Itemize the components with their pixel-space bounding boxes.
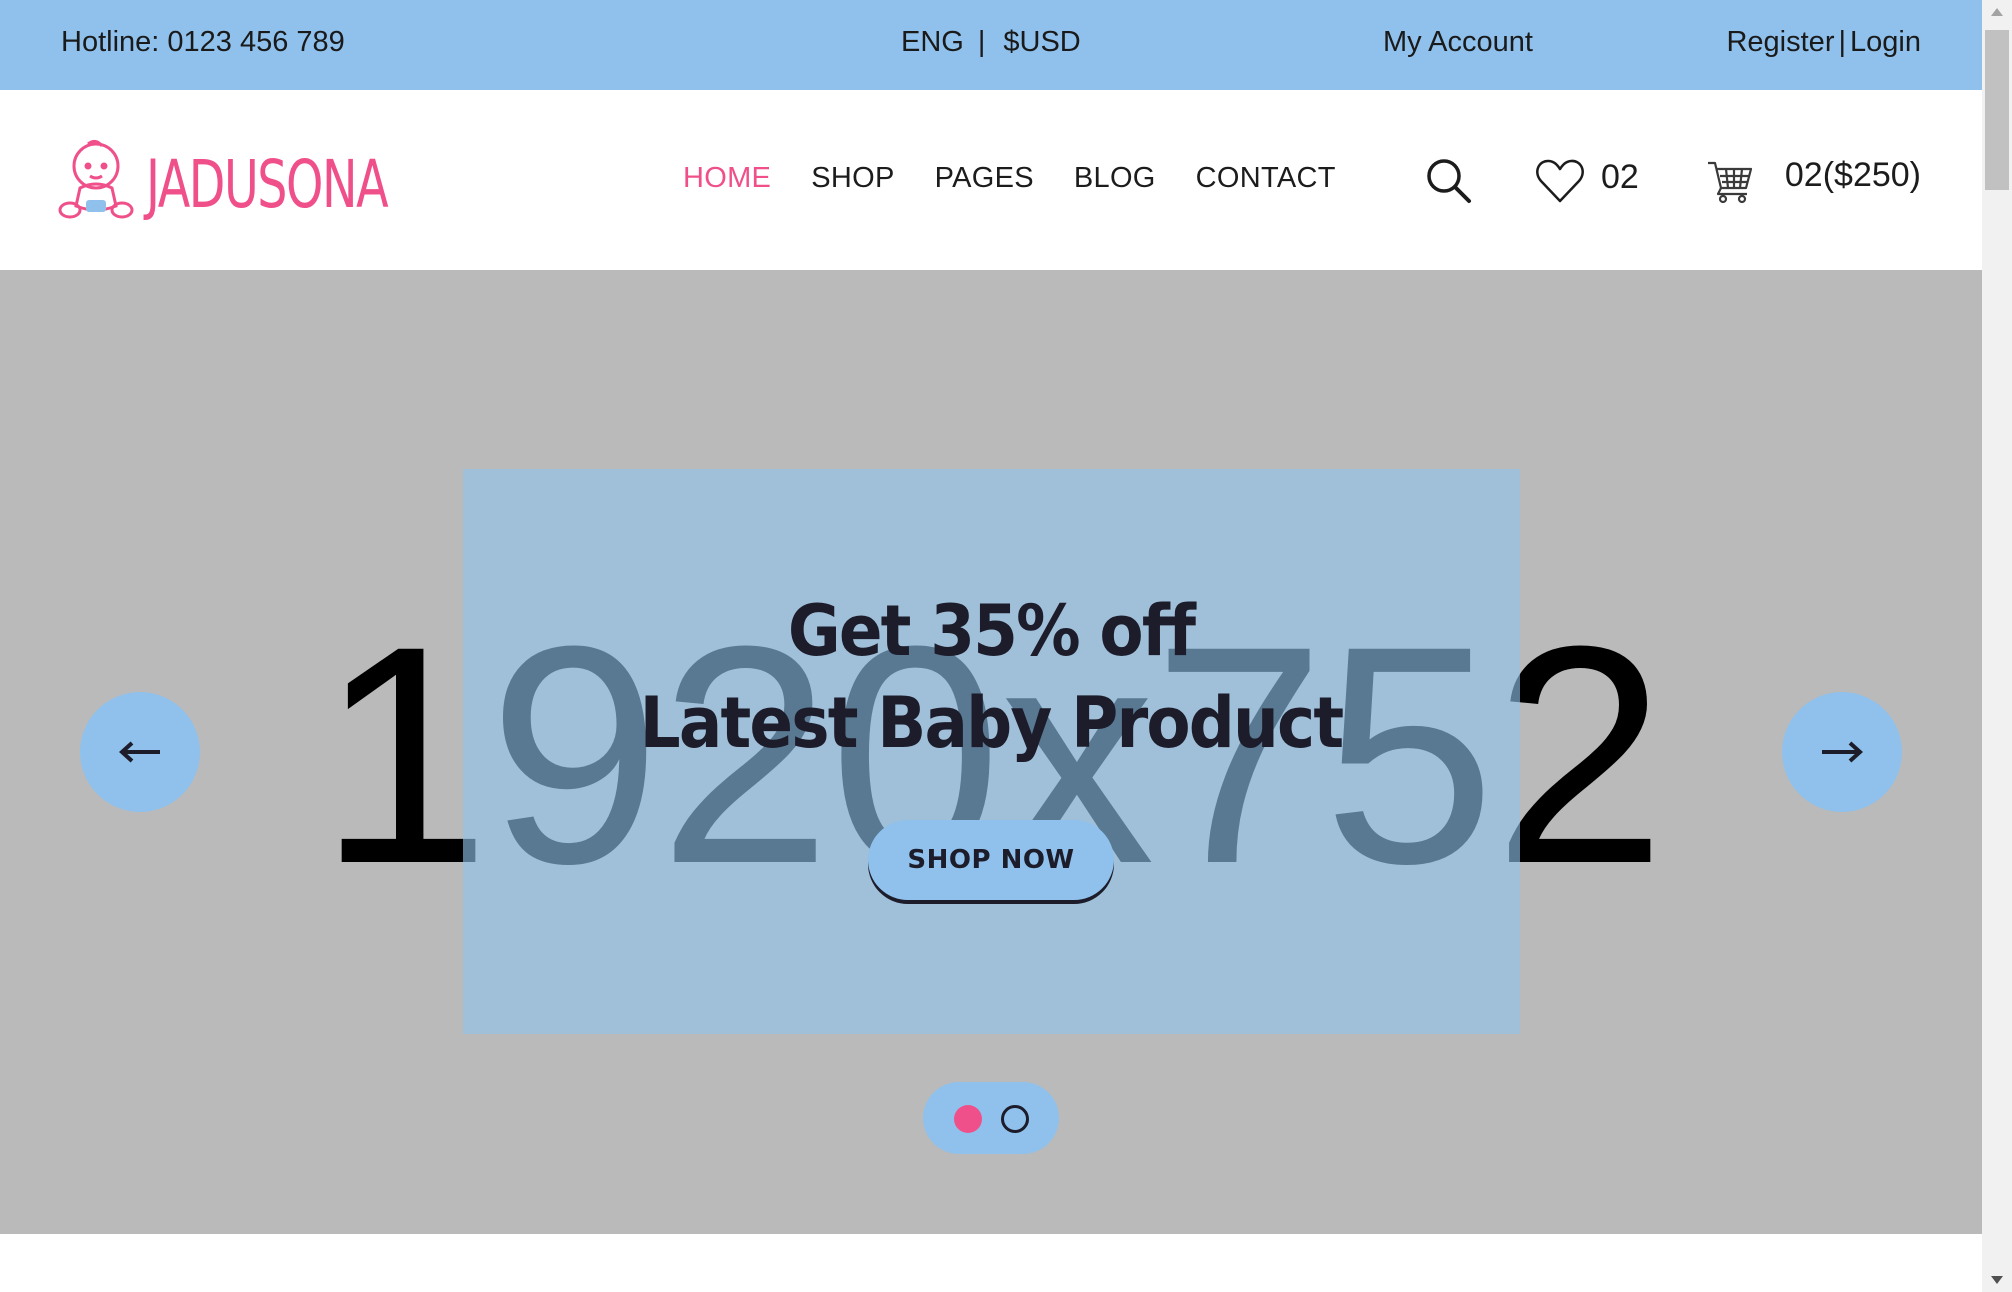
slide-dot-1-active[interactable] (954, 1105, 982, 1133)
cart-icon[interactable] (1706, 158, 1754, 204)
language-selector[interactable]: ENG (901, 26, 964, 58)
auth-links: Register | Login (1726, 26, 1921, 59)
hero-slider: 1920x752 Get 35% off Latest Baby Product… (0, 270, 1982, 1234)
scroll-up-icon[interactable] (1991, 8, 2003, 16)
nav-home[interactable]: HOME (683, 162, 771, 195)
prev-slide-button[interactable] (80, 692, 200, 812)
auth-separator: | (1838, 26, 1847, 58)
site-logo[interactable]: JADUSONA (58, 138, 389, 224)
nav-contact[interactable]: CONTACT (1196, 162, 1336, 195)
page-scrollbar[interactable] (1982, 0, 2012, 1292)
hero-headline-line2: Latest Baby Product (639, 682, 1345, 764)
arrow-right-icon (1822, 741, 1863, 763)
scroll-thumb[interactable] (1985, 30, 2009, 190)
arrow-left-icon (119, 741, 160, 763)
logo-text: JADUSONA (146, 146, 389, 223)
wishlist-count[interactable]: 02 (1601, 158, 1639, 197)
register-link[interactable]: Register (1726, 26, 1834, 58)
hero-headline-line1: Get 35% off (787, 590, 1196, 672)
nav-shop[interactable]: SHOP (811, 162, 894, 195)
slider-pagination (923, 1082, 1059, 1154)
scroll-down-icon[interactable] (1991, 1276, 2003, 1284)
shop-now-button[interactable]: SHOP NOW (868, 820, 1114, 900)
hotline-text: Hotline: 0123 456 789 (61, 26, 345, 58)
next-slide-button[interactable] (1782, 692, 1902, 812)
nav-blog[interactable]: BLOG (1074, 162, 1156, 195)
login-link[interactable]: Login (1850, 26, 1921, 58)
slide-dot-2[interactable] (1001, 1105, 1029, 1133)
my-account-link[interactable]: My Account (1383, 26, 1533, 59)
separator: | (977, 26, 986, 58)
cart-summary[interactable]: 02($250) (1785, 156, 1921, 195)
search-icon[interactable] (1424, 156, 1472, 204)
baby-logo-icon (58, 139, 134, 219)
site-header: JADUSONA HOME SHOP PAGES BLOG CONTACT 02… (0, 90, 1982, 270)
main-nav: HOME SHOP PAGES BLOG CONTACT (683, 162, 1376, 195)
nav-pages[interactable]: PAGES (935, 162, 1034, 195)
currency-selector[interactable]: $USD (1003, 26, 1080, 58)
heart-icon[interactable] (1535, 158, 1585, 204)
language-currency: ENG | $USD (901, 26, 1081, 59)
top-bar: Hotline: 0123 456 789 ENG | $USD My Accoun… (0, 0, 1982, 90)
